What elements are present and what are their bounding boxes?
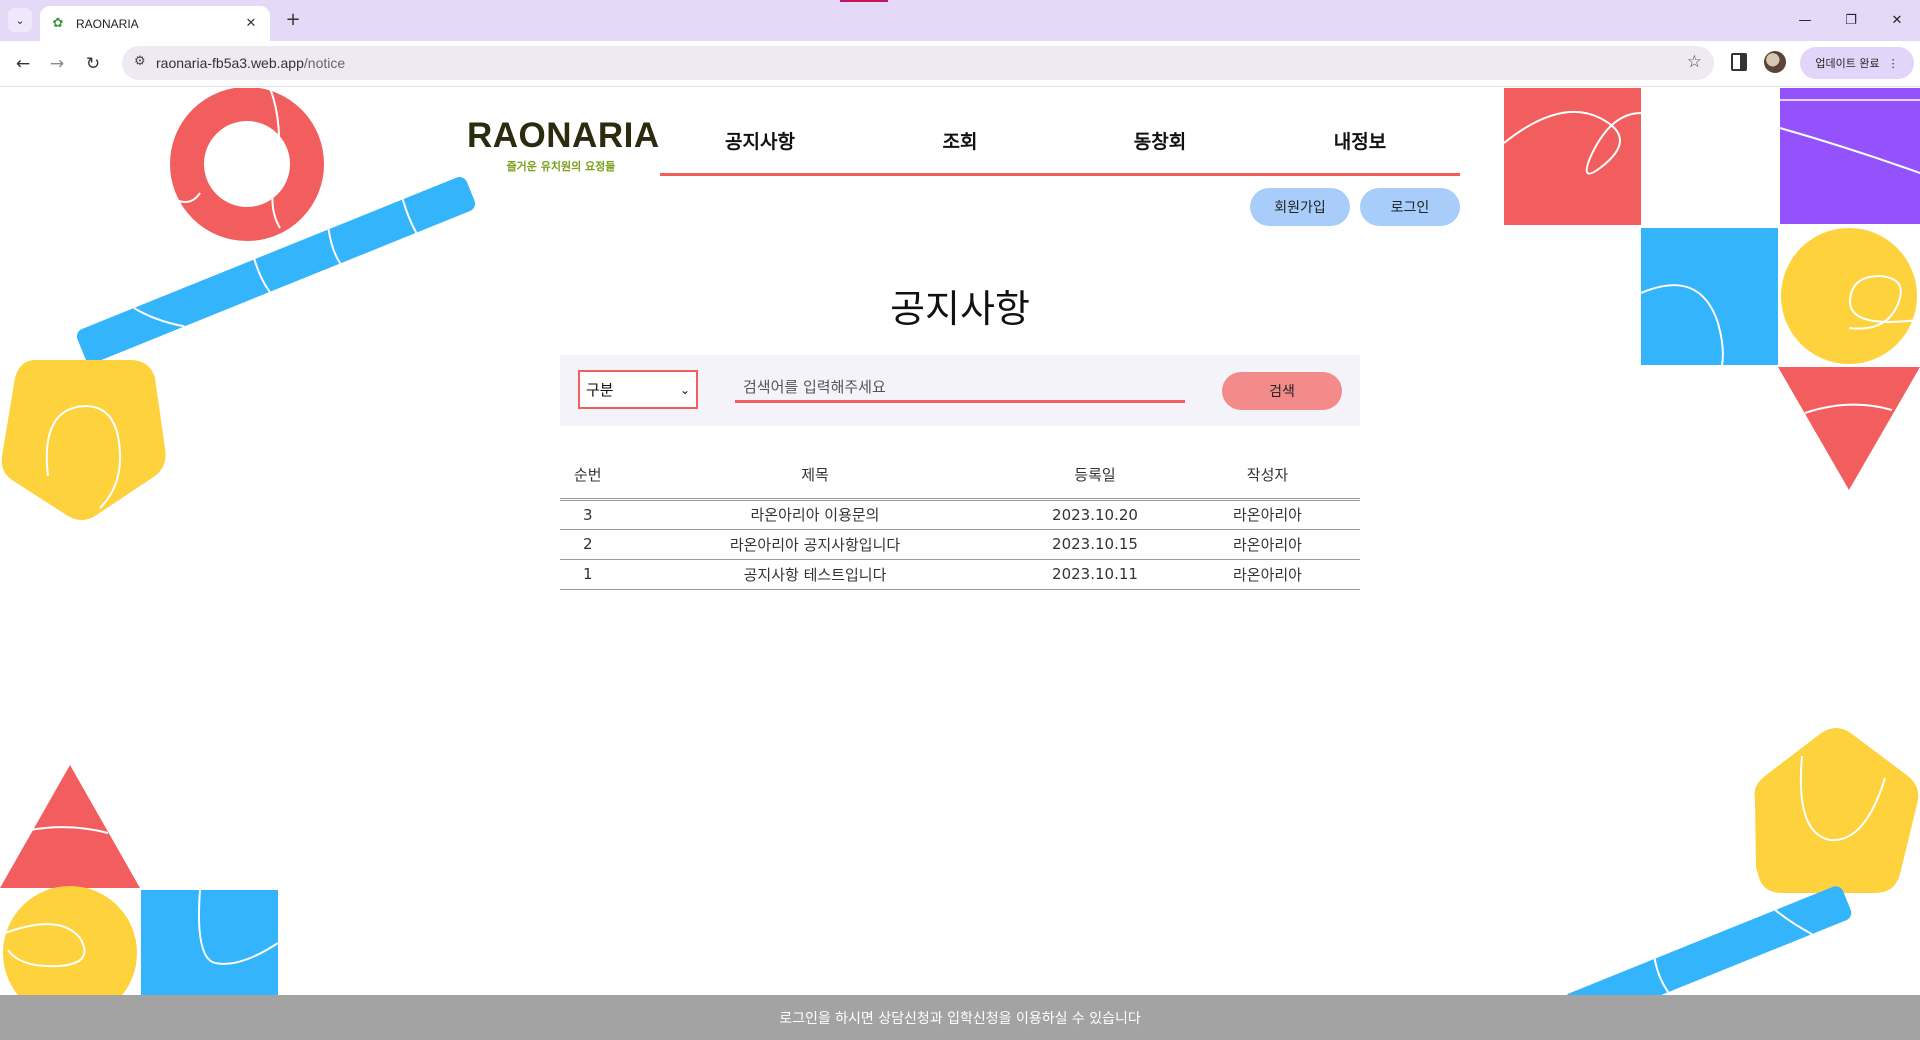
table-header-row: 순번 제목 등록일 작성자: [560, 451, 1360, 501]
row-number: 3: [560, 499, 615, 530]
chevron-down-icon: ⌄: [679, 382, 690, 397]
red-triangle-bottom-shape: [0, 765, 140, 888]
nav-item-my-info[interactable]: 내정보: [1260, 114, 1460, 173]
minimize-icon[interactable]: —: [1782, 0, 1828, 41]
url-text: raonaria-fb5a3.web.app/notice: [156, 55, 346, 71]
table-row[interactable]: 3 라온아리아 이용문의 2023.10.20 라온아리아: [560, 499, 1360, 530]
column-header-author: 작성자: [1175, 451, 1360, 501]
category-select[interactable]: 구분 ⌄: [578, 370, 698, 409]
row-title[interactable]: 라온아리아 공지사항입니다: [615, 529, 1015, 560]
logo-title: RAONARIA: [467, 116, 660, 155]
tab-title: RAONARIA: [76, 16, 139, 31]
page-title: 공지사항: [890, 287, 1030, 331]
update-label: 업데이트 완료: [1815, 57, 1880, 70]
row-date: 2023.10.20: [1015, 499, 1175, 530]
back-arrow-icon[interactable]: ←: [10, 51, 36, 77]
column-header-number: 순번: [560, 451, 615, 501]
login-notice-bar: 로그인을 하시면 상담신청과 입학신청을 이용하실 수 있습니다: [0, 995, 1920, 1040]
login-notice-text: 로그인을 하시면 상담신청과 입학신청을 이용하실 수 있습니다: [779, 1010, 1141, 1027]
purple-square-shape: [1779, 88, 1920, 224]
row-author: 라온아리아: [1175, 499, 1360, 530]
row-number: 2: [560, 529, 615, 560]
browser-tab-strip: ⌄ ✿ RAONARIA ✕ + — ❐ ✕: [0, 0, 1920, 41]
table-row[interactable]: 1 공지사항 테스트입니다 2023.10.11 라온아리아: [560, 559, 1360, 590]
side-panel-icon[interactable]: [1731, 53, 1747, 71]
search-button[interactable]: 검색: [1222, 372, 1342, 410]
nav-item-alumni[interactable]: 동창회: [1060, 114, 1260, 173]
tab-close-icon[interactable]: ✕: [242, 16, 260, 31]
logo-tagline: 즐거운 유치원의 요정들: [506, 160, 616, 173]
bookmark-star-icon[interactable]: ☆: [1687, 52, 1702, 72]
row-author: 라온아리아: [1175, 529, 1360, 560]
main-navigation: 공지사항 조회 동창회 내정보: [660, 114, 1460, 176]
search-panel: 구분 ⌄ 검색어를 입력해주세요 검색: [560, 355, 1360, 426]
yellow-pentagon-shape: [1, 360, 166, 520]
signup-button[interactable]: 회원가입: [1250, 188, 1350, 226]
page-viewport: RAONARIA 즐거운 유치원의 요정들 공지사항 조회 동창회 내정보 회원…: [0, 88, 1920, 1040]
column-header-date: 등록일: [1015, 451, 1175, 501]
update-button[interactable]: 업데이트 완료 ⋮: [1800, 47, 1914, 79]
forward-arrow-icon[interactable]: →: [44, 51, 70, 77]
nav-item-search[interactable]: 조회: [860, 114, 1060, 173]
kebab-menu-icon: ⋮: [1887, 56, 1899, 70]
yellow-pentagon-bottom-shape: [1754, 728, 1919, 893]
blue-square-bottom-shape: [141, 889, 279, 1010]
row-date: 2023.10.15: [1015, 529, 1175, 560]
tab-strip-indicator: [840, 0, 888, 2]
row-title[interactable]: 라온아리아 이용문의: [615, 499, 1015, 530]
search-input[interactable]: 검색어를 입력해주세요: [735, 373, 1185, 403]
window-close-icon[interactable]: ✕: [1874, 0, 1920, 41]
notice-table: 순번 제목 등록일 작성자 3 라온아리아 이용문의 2023.10.20 라온…: [560, 451, 1360, 590]
reload-icon[interactable]: ↻: [80, 51, 106, 77]
row-number: 1: [560, 559, 615, 590]
login-button[interactable]: 로그인: [1360, 188, 1460, 226]
site-info-icon[interactable]: ⚙: [134, 54, 146, 69]
site-logo[interactable]: RAONARIA 즐거운 유치원의 요정들: [467, 116, 660, 174]
sprout-favicon-icon: ✿: [52, 16, 64, 31]
restore-icon[interactable]: ❐: [1828, 0, 1874, 41]
nav-item-notice[interactable]: 공지사항: [660, 114, 860, 173]
red-triangle-shape: [1778, 367, 1920, 490]
red-ring-shape: [170, 88, 324, 241]
row-title[interactable]: 공지사항 테스트입니다: [615, 559, 1015, 590]
address-bar[interactable]: ⚙ raonaria-fb5a3.web.app/notice ☆: [122, 46, 1714, 80]
red-square-shape: [1503, 88, 1642, 225]
table-row[interactable]: 2 라온아리아 공지사항입니다 2023.10.15 라온아리아: [560, 529, 1360, 560]
browser-toolbar: ← → ↻ ⚙ raonaria-fb5a3.web.app/notice ☆ …: [0, 41, 1920, 87]
category-select-value: 구분: [586, 381, 614, 399]
browser-tab[interactable]: ✿ RAONARIA ✕: [40, 6, 270, 41]
new-tab-plus-icon[interactable]: +: [282, 9, 304, 31]
column-header-title: 제목: [615, 451, 1015, 501]
tab-search-chevron-icon[interactable]: ⌄: [8, 8, 32, 32]
row-author: 라온아리아: [1175, 559, 1360, 590]
row-date: 2023.10.11: [1015, 559, 1175, 590]
window-controls: — ❐ ✕: [1782, 0, 1920, 41]
profile-avatar[interactable]: [1764, 51, 1786, 73]
